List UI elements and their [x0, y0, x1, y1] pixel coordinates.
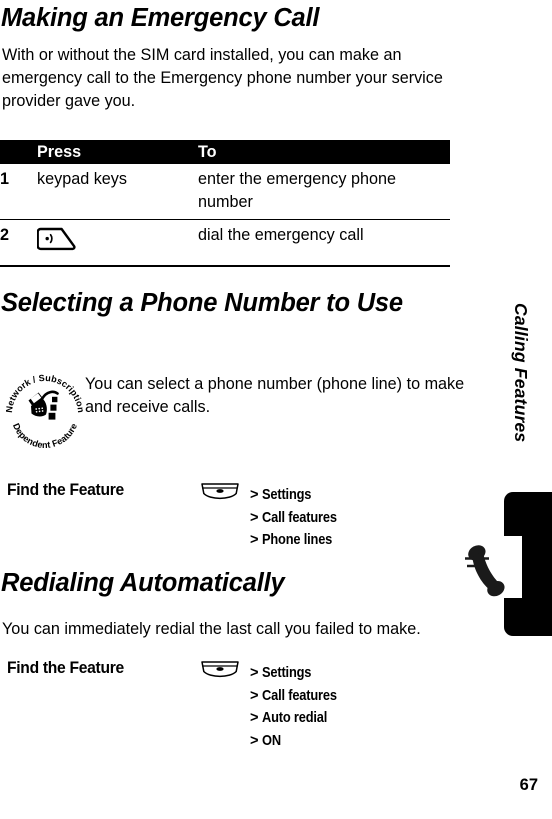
body-text-emergency-call: With or without the SIM card installed, …	[2, 46, 443, 111]
menu-path-label: Call features	[262, 687, 337, 704]
table-header-row: Press To	[0, 140, 450, 164]
menu-path-separator: >	[250, 509, 259, 526]
table-bottom-rule	[0, 265, 450, 270]
table-cell-step-number: 2	[0, 226, 10, 245]
chapter-title-text: Calling Features	[511, 303, 531, 443]
page-title-emergency-call: Making an Emergency Call	[1, 4, 320, 32]
menu-path-auto-redial: > Settings > Call features > Auto redial > O…	[250, 662, 347, 752]
menu-key-icon	[199, 482, 241, 509]
menu-path-item[interactable]: > Phone lines	[250, 529, 347, 552]
table-header-to: To	[198, 142, 217, 161]
menu-path-separator: >	[250, 665, 259, 681]
page-title-selecting-phone-number: Selecting a Phone Number to Use	[1, 289, 403, 317]
table-cell-to: dial the emergency call	[198, 226, 364, 245]
find-the-feature-label: Find the Feature	[7, 658, 124, 677]
menu-path-item[interactable]: > ON	[250, 730, 347, 753]
menu-path-label: Call features	[262, 509, 337, 526]
menu-path-item[interactable]: > Settings	[250, 662, 347, 685]
send-key-icon	[36, 226, 77, 259]
table-row: 2 dial the emergency call	[0, 220, 450, 266]
menu-path-separator: >	[250, 732, 259, 749]
body-text-redialing-automatically: You can immediately redial the last call…	[2, 620, 421, 638]
table-cell-to: enter the emergency phone number	[198, 170, 396, 212]
table-cell-press: keypad keys	[37, 170, 127, 188]
table-cell-press	[36, 220, 198, 264]
table-row: 1 keypad keys enter the emergency phone …	[0, 164, 450, 221]
menu-path-separator: >	[250, 687, 259, 704]
table-cell-step-number: 1	[0, 170, 10, 188]
menu-key-icon	[199, 660, 241, 687]
page-title-redialing-automatically: Redialing Automatically	[1, 569, 285, 597]
menu-path-label: Auto redial	[262, 710, 328, 727]
menu-path-separator: >	[250, 710, 259, 727]
telephone-handset-icon	[464, 536, 522, 598]
chapter-title-vertical: Calling Features	[511, 303, 552, 513]
menu-path-separator: >	[250, 532, 259, 549]
manual-page: Making an Emergency Call With or without…	[0, 0, 552, 819]
note-text-selecting-phone-number: You can select a phone number (phone lin…	[85, 375, 465, 417]
menu-path-phone-lines: > Settings > Call features > Phone lines	[250, 484, 347, 552]
emergency-call-table: Press To 1 keypad keys enter the emergen…	[0, 140, 450, 270]
table-header-press: Press	[37, 142, 82, 161]
menu-path-separator: >	[250, 487, 259, 503]
menu-path-item[interactable]: > Call features	[250, 507, 347, 530]
menu-path-label: Settings	[262, 487, 312, 503]
menu-path-item[interactable]: > Settings	[250, 484, 347, 507]
menu-path-item[interactable]: > Auto redial	[250, 707, 347, 730]
page-number: 67	[519, 776, 538, 794]
network-subscription-dependent-feature-icon: Network / Subscription Dependent Feature	[4, 364, 86, 456]
find-the-feature-label: Find the Feature	[7, 480, 124, 499]
svg-text:Dependent Feature: Dependent Feature	[11, 422, 79, 450]
menu-path-label: ON	[262, 732, 281, 749]
menu-path-item[interactable]: > Call features	[250, 685, 347, 708]
menu-path-label: Settings	[262, 665, 312, 681]
menu-path-label: Phone lines	[262, 532, 333, 549]
